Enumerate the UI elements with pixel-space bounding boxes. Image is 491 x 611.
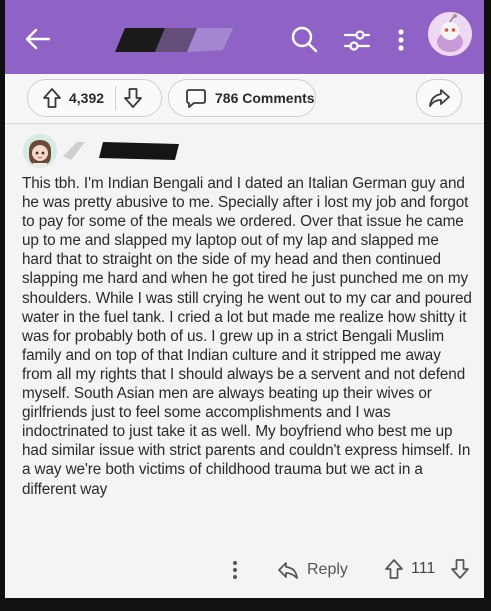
comment-upvote-arrow-icon[interactable] [383, 558, 405, 580]
redacted-username [63, 140, 181, 162]
reply-arrow-icon [277, 561, 299, 579]
share-button[interactable] [416, 79, 462, 117]
more-vertical-icon[interactable] [394, 24, 408, 56]
post-action-bar: 4,392 786 Comments [5, 74, 484, 124]
arrow-up-icon[interactable] [42, 87, 62, 109]
comment-score: 111 [411, 560, 436, 577]
comment-actions: Reply 111 [5, 552, 484, 586]
share-arrow-icon [428, 88, 450, 108]
app-frame: 4,392 786 Comments This tbh. I'm Indian … [5, 0, 484, 598]
comment-card: This tbh. I'm Indian Bengali and I dated… [5, 124, 484, 598]
arrow-down-icon[interactable] [123, 87, 143, 109]
comment-bubble-icon [185, 87, 207, 109]
commenter-avatar[interactable] [23, 134, 57, 168]
comment-more-vertical-icon[interactable] [230, 559, 240, 581]
reply-button[interactable]: Reply [277, 556, 348, 584]
comment-body: This tbh. I'm Indian Bengali and I dated… [22, 175, 472, 498]
comments-count-label: 786 Comments [215, 90, 315, 106]
vote-divider [115, 86, 117, 110]
post-score: 4,392 [69, 90, 105, 106]
search-icon[interactable] [288, 23, 320, 55]
bottom-border [0, 598, 491, 611]
reply-label: Reply [307, 561, 348, 578]
comments-button[interactable]: 786 Comments [168, 79, 316, 117]
top-app-bar [5, 0, 484, 74]
vote-pill: 4,392 [27, 79, 162, 117]
back-arrow-icon[interactable] [23, 24, 53, 54]
comment-downvote-arrow-icon[interactable] [449, 558, 471, 580]
sliders-icon[interactable] [342, 25, 372, 55]
redacted-title [115, 24, 237, 54]
user-avatar[interactable] [428, 12, 472, 56]
